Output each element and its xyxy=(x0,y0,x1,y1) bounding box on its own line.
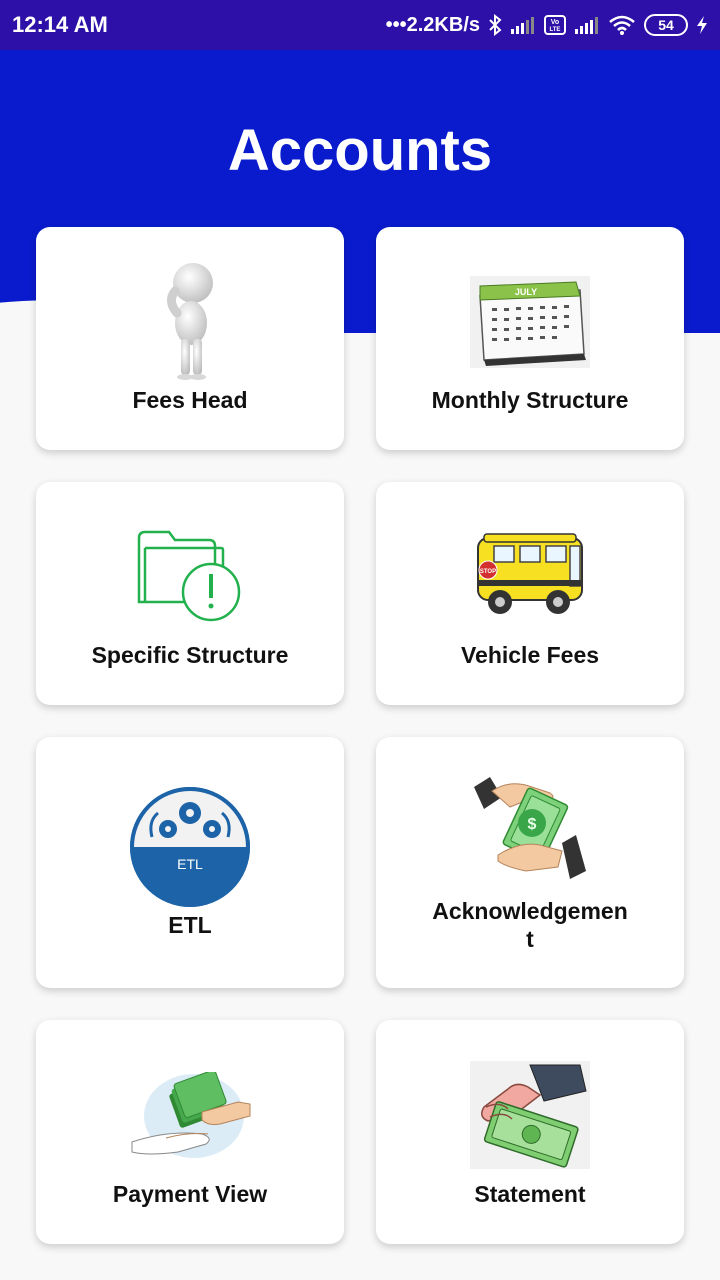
bluetooth-icon xyxy=(489,14,502,36)
network-speed: •••2.2KB/s xyxy=(385,13,480,36)
signal-icon xyxy=(575,17,598,34)
money-hand-icon xyxy=(470,1061,590,1169)
status-time: 12:14 AM xyxy=(12,12,108,37)
card-etl[interactable]: ETL ETL xyxy=(36,737,344,988)
page-title: Accounts xyxy=(227,118,493,183)
status-icons: •••2.2KB/s Vo LTE 54 xyxy=(386,14,708,37)
card-label: Fees Head xyxy=(132,387,248,413)
card-label: Payment View xyxy=(112,1181,268,1207)
card-payment-view[interactable]: Payment View xyxy=(36,1020,344,1244)
volte-icon: Vo LTE xyxy=(544,15,566,35)
svg-text:Vo: Vo xyxy=(551,19,559,26)
card-label: Vehicle Fees xyxy=(460,642,600,668)
school-bus-icon: STOP xyxy=(472,530,588,622)
card-monthly-structure[interactable]: JULY Monthly Structure xyxy=(376,227,684,450)
battery-indicator: 54 xyxy=(644,14,688,36)
payment-hands-icon xyxy=(128,1072,252,1162)
svg-text:LTE: LTE xyxy=(550,27,561,33)
card-label: Statement xyxy=(474,1181,586,1207)
card-acknowledgement[interactable]: $ Acknowledgemen t xyxy=(376,737,684,988)
svg-text:STOP: STOP xyxy=(480,569,496,575)
status-bar: 12:14 AM •••2.2KB/s Vo LTE 54 xyxy=(0,0,720,50)
svg-text:ETL: ETL xyxy=(177,856,203,872)
svg-text:JULY: JULY xyxy=(515,287,537,297)
svg-text:$: $ xyxy=(528,816,537,833)
card-statement[interactable]: Statement xyxy=(376,1020,684,1244)
card-label-text: Acknowledgemen t xyxy=(432,898,628,952)
card-specific-structure[interactable]: Specific Structure xyxy=(36,482,344,705)
calendar-icon: JULY xyxy=(470,276,590,368)
charging-icon xyxy=(697,16,707,34)
card-fees-head[interactable]: Fees Head xyxy=(36,227,344,450)
folder-alert-icon xyxy=(135,528,245,624)
wifi-icon xyxy=(609,15,635,35)
card-label: Acknowledgemen t xyxy=(376,897,684,953)
etl-gears-icon: ETL xyxy=(128,785,252,909)
money-exchange-icon: $ xyxy=(470,769,590,891)
card-label: ETL xyxy=(168,912,212,938)
thinking-person-icon xyxy=(145,261,235,381)
signal-icon xyxy=(511,17,534,34)
card-vehicle-fees[interactable]: STOP Vehicle Fees xyxy=(376,482,684,705)
card-label: Specific Structure xyxy=(91,642,289,668)
card-label: Monthly Structure xyxy=(431,387,629,413)
